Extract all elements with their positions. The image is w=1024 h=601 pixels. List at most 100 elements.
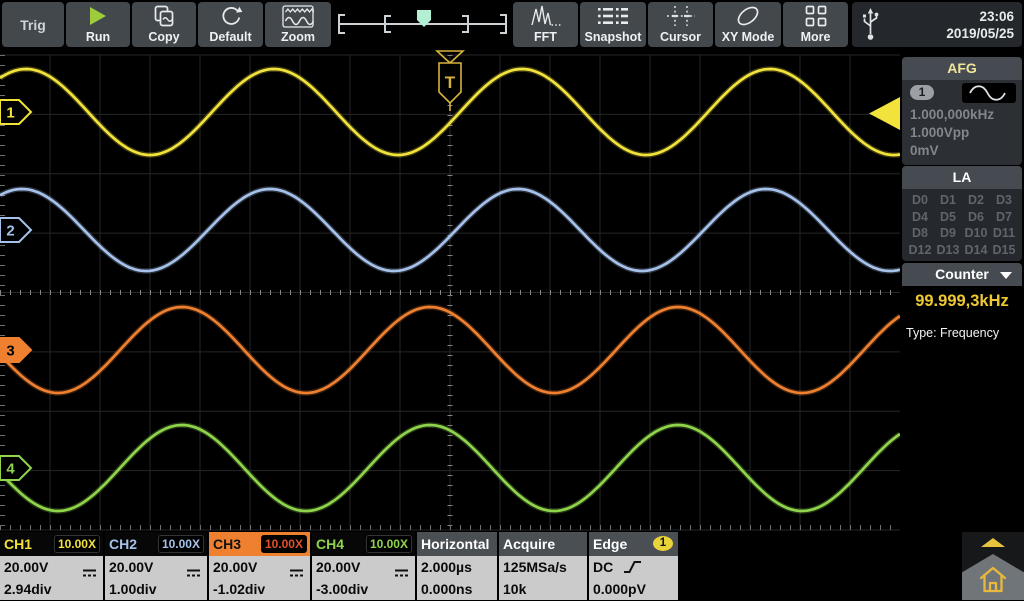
afg-panel-body[interactable]: 1 1.000,000kHz 1.000Vpp 0mV [902, 80, 1022, 165]
trig-button[interactable]: Trig [2, 2, 64, 47]
more-grid-icon [805, 2, 827, 30]
svg-text:2: 2 [6, 223, 14, 240]
ch3-name: CH3 [213, 532, 241, 556]
xy-mode-button[interactable]: XY Mode [715, 2, 781, 47]
svg-text:T: T [445, 73, 456, 92]
fft-button-label: FFT [534, 30, 557, 44]
ch1-scale: 20.00V [4, 559, 48, 575]
run-icon [89, 2, 107, 30]
channel-label-2[interactable]: 2 [0, 218, 31, 242]
ch2-scale: 20.00V [109, 559, 153, 575]
usb-icon [861, 7, 880, 43]
channel-label-3[interactable]: 3 [0, 338, 31, 362]
ch4-name: CH4 [316, 532, 344, 556]
la-channel: D6 [962, 210, 990, 224]
ch4-position: -3.00div [316, 578, 413, 600]
counter-panel-header[interactable]: Counter [902, 263, 1022, 286]
zoom-button-label: Zoom [281, 30, 315, 44]
waveform-display[interactable]: 1 2 3 4 T [0, 50, 900, 532]
la-channel: D13 [934, 243, 962, 257]
xy-mode-ellipse-icon [734, 2, 762, 30]
cursor-button[interactable]: Cursor [648, 2, 713, 47]
snapshot-button[interactable]: Snapshot [580, 2, 646, 47]
la-panel-header[interactable]: LA [902, 166, 1022, 189]
acquire-sample-rate: 125MSa/s [503, 556, 585, 578]
svg-text:3: 3 [6, 343, 14, 360]
la-channel: D2 [962, 193, 990, 207]
la-channel: D12 [906, 243, 934, 257]
trigger-coupling: DC [593, 559, 613, 575]
ch2-status-block[interactable]: CH2 10.00X 20.00V 1.00div [105, 532, 207, 600]
ch2-position: 1.00div [109, 578, 205, 600]
more-button[interactable]: More [783, 2, 848, 47]
la-channel: D3 [990, 193, 1018, 207]
ch3-position: -1.02div [213, 578, 308, 600]
snapshot-button-label: Snapshot [585, 30, 642, 44]
home-button[interactable] [962, 532, 1024, 600]
ch3-status-block[interactable]: CH3 10.00X 20.00V -1.02div [209, 532, 310, 600]
counter-value: 99.999,3kHz [902, 292, 1022, 311]
more-button-label: More [801, 30, 831, 44]
snapshot-list-icon [597, 2, 629, 30]
la-channel: D15 [990, 243, 1018, 257]
default-button-label: Default [209, 30, 251, 44]
fft-spectrum-icon [530, 2, 562, 30]
trigger-level-marker[interactable] [869, 97, 900, 130]
afg-frequency: 1.000,000kHz [910, 107, 994, 122]
svg-text:1: 1 [6, 105, 14, 122]
ch4-status-block[interactable]: CH4 10.00X 20.00V -3.00div [312, 532, 415, 600]
channel-label-1[interactable]: 1 [0, 100, 31, 124]
default-button[interactable]: Default [198, 2, 263, 47]
ch2-probe-badge: 10.00X [158, 535, 204, 553]
acquire-title: Acquire [503, 532, 555, 556]
ch3-scale: 20.00V [213, 559, 257, 575]
la-title: LA [953, 169, 972, 185]
ch4-probe-badge: 10.00X [366, 535, 412, 553]
la-panel-body[interactable]: D0 D1 D2 D3 D4 D5 D6 D7 D8 D9 D10 D11 D1… [902, 189, 1022, 261]
afg-title: AFG [947, 60, 977, 76]
acquire-memory-depth: 10k [503, 578, 585, 600]
trigger-title: Edge [593, 532, 627, 556]
trig-button-label: Trig [20, 18, 46, 32]
afg-offset: 0mV [910, 143, 939, 158]
clock-panel[interactable]: 23:06 2019/05/25 [852, 2, 1022, 47]
horizontal-timebase: 2.000µs [421, 556, 495, 578]
horizontal-status-block[interactable]: Horizontal 2.000µs 0.000ns [417, 532, 497, 600]
afg-panel-header[interactable]: AFG [902, 57, 1022, 80]
fft-button[interactable]: FFT [513, 2, 578, 47]
ch4-scale: 20.00V [316, 559, 360, 575]
la-channel: D7 [990, 210, 1018, 224]
afg-amplitude: 1.000Vpp [910, 125, 969, 140]
la-channel: D4 [906, 210, 934, 224]
la-channel: D0 [906, 193, 934, 207]
chevron-up-icon[interactable] [981, 538, 1005, 547]
ch2-name: CH2 [109, 532, 137, 556]
trigger-source-badge: 1 [653, 536, 673, 551]
la-channel: D14 [962, 243, 990, 257]
copy-button-label: Copy [148, 30, 179, 44]
top-toolbar: Trig Run Copy Default [0, 0, 1024, 50]
default-reset-icon [219, 2, 243, 30]
copy-button[interactable]: Copy [132, 2, 196, 47]
xy-mode-button-label: XY Mode [722, 30, 775, 44]
cursor-crosshair-icon [666, 2, 696, 30]
ch1-name: CH1 [4, 532, 32, 556]
la-channel: D8 [906, 226, 934, 240]
trigger-status-block[interactable]: Edge 1 DC 0.000pV [589, 532, 678, 600]
acquire-status-block[interactable]: Acquire 125MSa/s 10k [499, 532, 587, 600]
afg-channel-badge: 1 [910, 85, 934, 100]
trigger-level: 0.000pV [593, 578, 676, 600]
run-button-label: Run [86, 30, 110, 44]
channel-label-4[interactable]: 4 [0, 456, 31, 480]
ch3-probe-badge: 10.00X [261, 535, 307, 553]
timebase-overview-bar[interactable] [333, 0, 512, 49]
la-channel: D9 [934, 226, 962, 240]
la-channel: D10 [962, 226, 990, 240]
ch1-status-block[interactable]: CH1 10.00X 20.00V 2.94div [0, 532, 103, 600]
la-channel: D1 [934, 193, 962, 207]
ch1-position: 2.94div [4, 578, 101, 600]
status-bar: CH1 10.00X 20.00V 2.94div CH2 10.00X 20.… [0, 532, 1024, 600]
run-button[interactable]: Run [66, 2, 130, 47]
zoom-button[interactable]: Zoom [265, 2, 331, 47]
clock-date: 2019/05/25 [946, 25, 1014, 42]
